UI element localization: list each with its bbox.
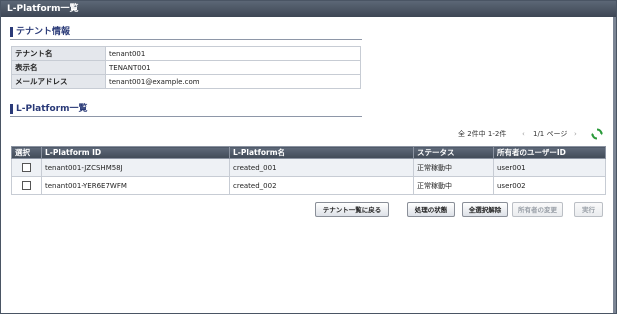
pager-page-text: 1/1 ページ [533,130,568,138]
col-lplatform-name[interactable]: L-Platform名 [229,146,414,159]
col-lplatform-id[interactable]: L-Platform ID [41,146,230,159]
lplatform-table: 選択 L-Platform ID L-Platform名 ステータス 所有者のユ… [11,146,606,195]
row-owner: user002 [493,176,606,195]
row-checkbox[interactable] [22,163,31,172]
row-select-cell [11,158,42,177]
tenant-name-row: テナント名 tenant001 [11,46,361,61]
tenant-info-heading: テナント情報 [10,26,362,40]
tenant-info-table: テナント名 tenant001 表示名 TENANT001 メールアドレス te… [11,46,361,89]
table-row[interactable]: tenant001-JZCSHM58J created_001 正常稼動中 us… [11,158,606,177]
display-name-value: TENANT001 [105,60,361,75]
row-lplatform-name: created_002 [229,176,414,195]
table-header-row: 選択 L-Platform ID L-Platform名 ステータス 所有者のユ… [11,146,606,159]
display-name-row: 表示名 TENANT001 [11,60,361,75]
window-edge [613,17,616,313]
tenant-name-value: tenant001 [105,46,361,61]
pager-next-button[interactable]: › [574,127,577,141]
pager: 全 2件中 1-2件 ‹ 1/1 ページ › [456,127,606,141]
row-checkbox[interactable] [22,181,31,190]
row-lplatform-id: tenant001-JZCSHM58J [41,158,230,177]
pager-count: 全 2件中 1-2件 [458,130,507,138]
lplatform-list-window: L-Platform一覧 テナント情報 テナント名 tenant001 表示名 … [0,0,617,314]
row-owner: user001 [493,158,606,177]
row-status: 正常稼動中 [413,158,494,177]
window-title: L-Platform一覧 [1,1,616,17]
display-name-label: 表示名 [11,60,106,75]
email-label: メールアドレス [11,74,106,89]
refresh-icon[interactable] [591,128,603,140]
lplatform-list-heading: L-Platform一覧 [10,103,362,117]
deselect-all-button[interactable]: 全選択解除 [462,202,508,217]
row-select-cell [11,176,42,195]
col-select: 選択 [11,146,42,159]
row-lplatform-name: created_001 [229,158,414,177]
process-status-button[interactable]: 処理の状態 [407,202,455,217]
tenant-name-label: テナント名 [11,46,106,61]
email-value: tenant001@example.com [105,74,361,89]
row-lplatform-id: tenant001-YER6E7WFM [41,176,230,195]
back-to-tenant-list-button[interactable]: テナント一覧に戻る [315,202,389,217]
col-owner[interactable]: 所有者のユーザーID [493,146,606,159]
change-owner-button[interactable]: 所有者の変更 [512,202,563,217]
row-status: 正常稼動中 [413,176,494,195]
col-status[interactable]: ステータス [413,146,494,159]
execute-button[interactable]: 実行 [574,202,603,217]
table-row[interactable]: tenant001-YER6E7WFM created_002 正常稼動中 us… [11,176,606,195]
pager-prev-button[interactable]: ‹ [522,127,525,141]
email-row: メールアドレス tenant001@example.com [11,74,361,89]
